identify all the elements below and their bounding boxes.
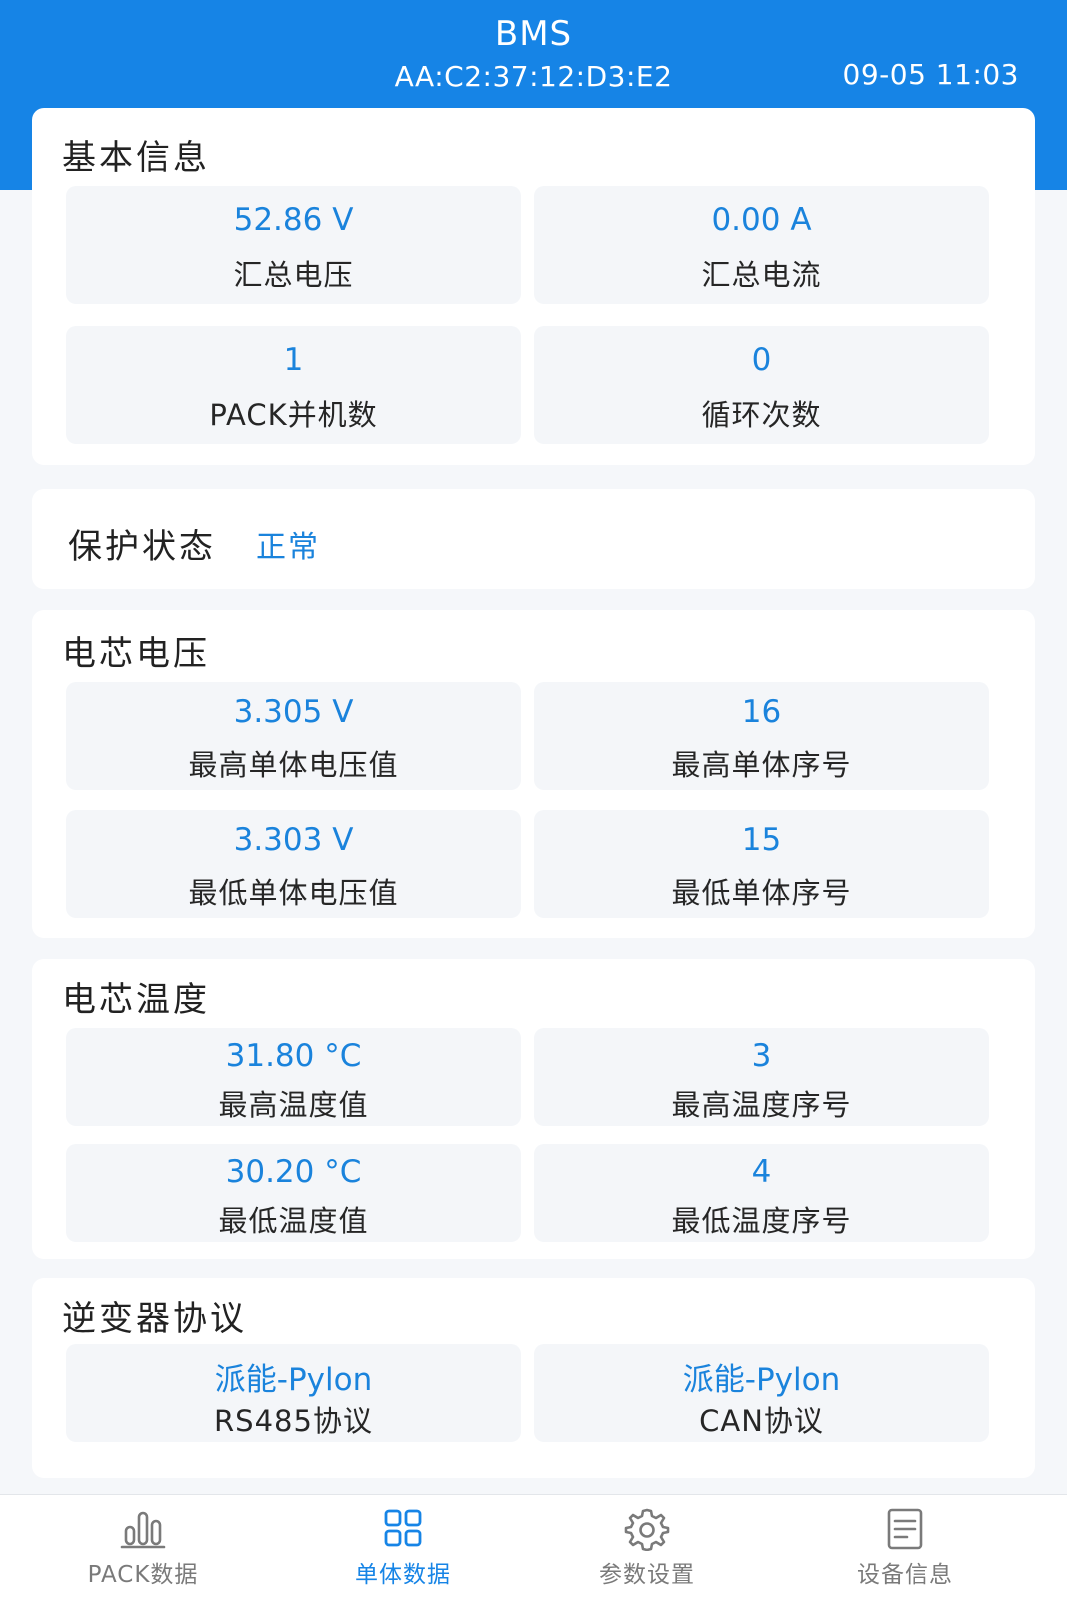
app-title: BMS — [494, 14, 573, 54]
cell-voltage-title: 电芯电压 — [62, 634, 210, 674]
cycle-count-label: 循环次数 — [701, 398, 822, 432]
cycle-count-value: 0 — [751, 342, 772, 378]
total-voltage-value: 52.86 V — [233, 202, 354, 238]
max-temperature-label: 最高温度值 — [218, 1088, 369, 1122]
inverter-protocol-title: 逆变器协议 — [62, 1299, 247, 1339]
total-current-label: 汇总电流 — [701, 258, 822, 292]
max-cell-voltage-tile: 3.305 V 最高单体电压值 — [66, 682, 521, 790]
total-current-tile: 0.00 A 汇总电流 — [534, 186, 989, 304]
max-temperature-index-value: 3 — [751, 1038, 772, 1074]
tab-parameter-settings-label: 参数设置 — [599, 1562, 695, 1588]
protection-status-value: 正常 — [256, 530, 320, 565]
tab-cell-data-label: 单体数据 — [355, 1562, 451, 1588]
max-temperature-index-label: 最高温度序号 — [671, 1088, 852, 1122]
rs485-protocol-value: 派能-Pylon — [214, 1362, 373, 1398]
tab-pack-data-label: PACK数据 — [87, 1562, 199, 1588]
bar-chart-icon — [119, 1507, 167, 1551]
cell-temperature-title: 电芯温度 — [62, 980, 210, 1020]
total-current-value: 0.00 A — [711, 202, 812, 238]
max-cell-index-value: 16 — [741, 694, 782, 730]
rs485-protocol-label: RS485协议 — [214, 1404, 373, 1438]
basic-info-title: 基本信息 — [62, 138, 210, 178]
max-cell-index-label: 最高单体序号 — [671, 748, 852, 782]
min-temperature-index-label: 最低温度序号 — [671, 1204, 852, 1238]
min-cell-voltage-value: 3.303 V — [233, 822, 354, 858]
min-temperature-value: 30.20 °C — [225, 1154, 362, 1190]
pack-parallel-count-label: PACK并机数 — [209, 398, 378, 432]
current-time: 09-05 11:03 — [842, 58, 1019, 91]
protection-status-card: 保护状态 正常 — [32, 489, 1035, 589]
min-cell-voltage-tile: 3.303 V 最低单体电压值 — [66, 810, 521, 918]
min-cell-index-label: 最低单体序号 — [671, 876, 852, 910]
max-cell-index-tile: 16 最高单体序号 — [534, 682, 989, 790]
tab-parameter-settings[interactable]: 参数设置 — [514, 1495, 780, 1600]
max-cell-voltage-label: 最高单体电压值 — [188, 748, 399, 782]
min-cell-index-value: 15 — [741, 822, 782, 858]
max-cell-voltage-value: 3.305 V — [233, 694, 354, 730]
cell-voltage-card: 电芯电压 3.305 V 最高单体电压值 16 最高单体序号 3.303 V 最… — [32, 610, 1035, 938]
min-cell-index-tile: 15 最低单体序号 — [534, 810, 989, 918]
document-icon — [881, 1507, 929, 1551]
cell-temperature-card: 电芯温度 31.80 °C 最高温度值 3 最高温度序号 30.20 °C 最低… — [32, 959, 1035, 1259]
tab-device-info-label: 设备信息 — [857, 1562, 953, 1588]
cycle-count-tile: 0 循环次数 — [534, 326, 989, 444]
max-temperature-value: 31.80 °C — [225, 1038, 362, 1074]
tab-pack-data[interactable]: PACK数据 — [10, 1495, 276, 1600]
min-temperature-tile: 30.20 °C 最低温度值 — [66, 1144, 521, 1242]
bms-app: BMS AA:C2:37:12:D3:E2 09-05 11:03 基本信息 5… — [0, 0, 1067, 1600]
grid-icon — [379, 1507, 427, 1551]
can-protocol-value: 派能-Pylon — [682, 1362, 841, 1398]
basic-info-card: 基本信息 52.86 V 汇总电压 0.00 A 汇总电流 1 PACK并机数 … — [32, 108, 1035, 465]
max-temperature-index-tile: 3 最高温度序号 — [534, 1028, 989, 1126]
max-temperature-tile: 31.80 °C 最高温度值 — [66, 1028, 521, 1126]
can-protocol-tile[interactable]: 派能-Pylon CAN协议 — [534, 1344, 989, 1442]
rs485-protocol-tile[interactable]: 派能-Pylon RS485协议 — [66, 1344, 521, 1442]
min-cell-voltage-label: 最低单体电压值 — [188, 876, 399, 910]
gear-icon — [623, 1507, 671, 1552]
pack-parallel-count-tile: 1 PACK并机数 — [66, 326, 521, 444]
bottom-tab-bar: PACK数据 单体数据 参数设置 设备信息 — [0, 1494, 1067, 1600]
tab-device-info[interactable]: 设备信息 — [772, 1495, 1038, 1600]
total-voltage-label: 汇总电压 — [233, 258, 354, 292]
min-temperature-label: 最低温度值 — [218, 1204, 369, 1238]
min-temperature-index-tile: 4 最低温度序号 — [534, 1144, 989, 1242]
can-protocol-label: CAN协议 — [699, 1404, 824, 1438]
protection-status-label: 保护状态 — [68, 527, 216, 567]
tab-cell-data[interactable]: 单体数据 — [270, 1495, 536, 1600]
total-voltage-tile: 52.86 V 汇总电压 — [66, 186, 521, 304]
min-temperature-index-value: 4 — [751, 1154, 772, 1190]
pack-parallel-count-value: 1 — [283, 342, 304, 378]
inverter-protocol-card: 逆变器协议 派能-Pylon RS485协议 派能-Pylon CAN协议 — [32, 1278, 1035, 1478]
